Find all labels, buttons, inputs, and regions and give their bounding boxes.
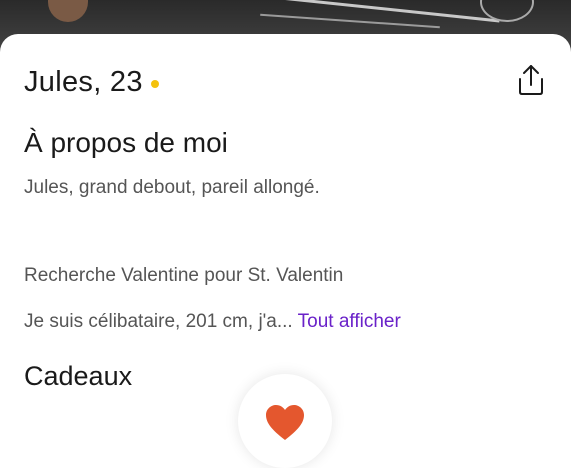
share-button[interactable]	[514, 62, 548, 98]
profile-name-age: Jules, 23	[24, 66, 143, 98]
prompt-text: Recherche Valentine pour St. Valentin	[24, 265, 344, 286]
bio-snippet-row: Je suis célibataire, 201 cm, j'a... Tout…	[24, 311, 401, 333]
heart-icon	[266, 405, 304, 440]
bio-snippet: Je suis célibataire, 201 cm, j'a...	[24, 311, 293, 332]
name-row: Jules, 23	[24, 66, 159, 99]
online-indicator	[150, 79, 159, 88]
gift-button[interactable]	[238, 374, 332, 468]
see-all-link[interactable]: Tout afficher	[298, 311, 401, 332]
photo-detail	[48, 0, 88, 22]
photo-detail	[260, 13, 440, 29]
profile-card: Jules, 23 À propos de moi Jules, grand d…	[0, 34, 571, 468]
share-icon	[519, 65, 543, 95]
about-title: À propos de moi	[24, 127, 228, 158]
gifts-title: Cadeaux	[24, 361, 133, 391]
bio-text: Jules, grand debout, pareil allongé.	[24, 177, 320, 198]
